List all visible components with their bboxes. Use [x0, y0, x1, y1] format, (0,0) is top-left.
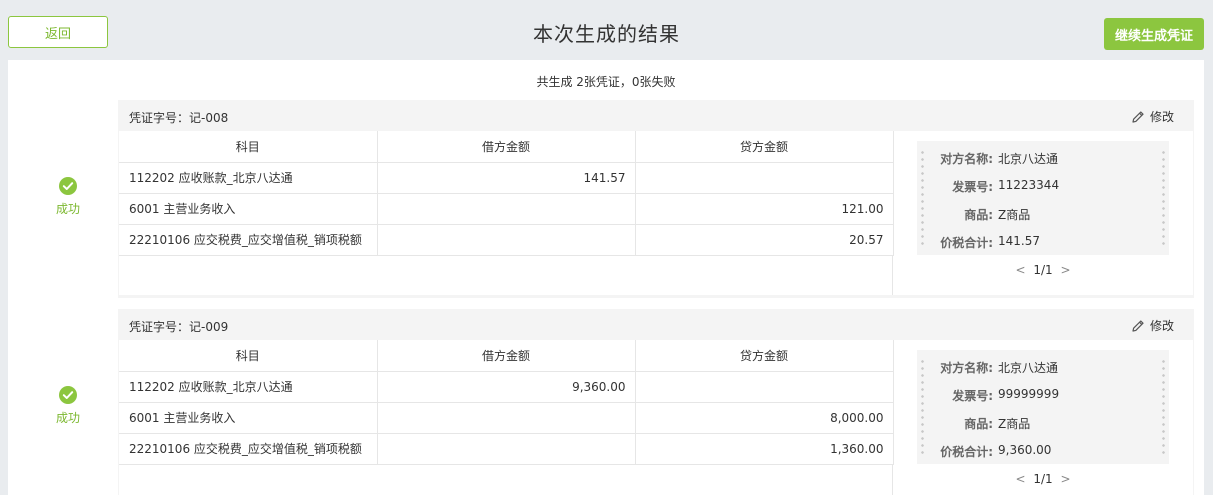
top-bar: 返回 本次生成的结果 继续生成凭证: [0, 0, 1213, 60]
page-indicator: 1/1: [1033, 263, 1053, 277]
invoice-number-row: 发票号: 99999999: [917, 387, 1169, 407]
check-circle-icon: [59, 386, 77, 404]
table-row: 6001 主营业务收入 8,000.00: [119, 402, 894, 434]
subject-cell: 6001 主营业务收入: [119, 402, 378, 434]
pencil-icon: [1132, 110, 1144, 123]
invoice-counterparty-row: 对方名称: 北京八达通: [917, 359, 1169, 379]
invoice-counterparty-row: 对方名称: 北京八达通: [917, 150, 1169, 170]
debit-cell: 9,360.00: [377, 371, 636, 403]
debit-cell: [377, 224, 636, 256]
credit-cell: [635, 371, 894, 403]
subject-cell: 6001 主营业务收入: [119, 193, 378, 225]
voucher-number: 凭证字号：记-008: [129, 111, 229, 125]
invoice-number-row: 发票号: 11223344: [917, 178, 1169, 198]
credit-cell: 121.00: [635, 193, 894, 225]
debit-cell: [377, 193, 636, 225]
invoice-info: 对方名称: 北京八达通 发票号: 99999999 商品: Z商品 价税合计: …: [917, 350, 1169, 464]
edit-button[interactable]: 修改: [1131, 317, 1174, 334]
credit-cell: 20.57: [635, 224, 894, 256]
continue-generate-button[interactable]: 继续生成凭证: [1104, 18, 1204, 50]
credit-cell: 8,000.00: [635, 402, 894, 434]
total-label: 价税合计:: [940, 236, 993, 250]
entries-table: 科目 借方金额 贷方金额 112202 应收账款_北京八达通 141.57 60…: [119, 131, 894, 256]
counterparty-label: 对方名称:: [940, 152, 993, 166]
next-page-button[interactable]: >: [1056, 263, 1074, 277]
status-success: 成功: [48, 386, 88, 426]
pencil-icon: [1132, 319, 1144, 332]
counterparty-value: 北京八达通: [998, 361, 1059, 375]
voucher-number: 凭证字号：记-009: [129, 320, 229, 334]
column-header-subject: 科目: [119, 131, 378, 163]
entries-table: 科目 借方金额 贷方金额 112202 应收账款_北京八达通 9,360.00 …: [119, 340, 894, 465]
counterparty-value: 北京八达通: [998, 152, 1059, 166]
edit-label: 修改: [1149, 110, 1174, 124]
table-empty-area: [119, 464, 893, 495]
debit-cell: [377, 402, 636, 434]
invoice-pager: < 1/1 >: [917, 263, 1169, 277]
goods-label: 商品:: [964, 417, 993, 431]
total-label: 价税合计:: [940, 445, 993, 459]
voucher-header: 凭证字号：记-008 修改: [118, 100, 1194, 131]
invoice-number-label: 发票号:: [952, 180, 993, 194]
page-indicator: 1/1: [1033, 472, 1053, 486]
voucher-body: 科目 借方金额 贷方金额 112202 应收账款_北京八达通 9,360.00 …: [119, 340, 1193, 495]
total-value: 141.57: [998, 234, 1040, 248]
invoice-total-row: 价税合计: 141.57: [917, 234, 1169, 254]
table-empty-area: [119, 255, 893, 295]
counterparty-label: 对方名称:: [940, 361, 993, 375]
page-title: 本次生成的结果: [533, 22, 680, 46]
check-circle-icon: [59, 177, 77, 195]
debit-cell: [377, 433, 636, 465]
credit-cell: 1,360.00: [635, 433, 894, 465]
column-header-credit: 贷方金额: [635, 131, 894, 163]
edit-label: 修改: [1149, 319, 1174, 333]
subject-cell: 22210106 应交税费_应交增值税_销项税额: [119, 433, 378, 465]
table-row: 6001 主营业务收入 121.00: [119, 193, 894, 225]
voucher-card: 凭证字号：记-009 修改 科目 借方金额 贷方金额 112202 应收账款_北…: [118, 309, 1194, 495]
goods-label: 商品:: [964, 208, 993, 222]
column-header-debit: 借方金额: [377, 131, 636, 163]
summary-text: 共生成 2张凭证，0张失败: [536, 75, 676, 89]
table-header-row: 科目 借方金额 贷方金额: [119, 340, 894, 372]
table-row: 112202 应收账款_北京八达通 141.57: [119, 162, 894, 194]
invoice-number-label: 发票号:: [952, 389, 993, 403]
debit-cell: 141.57: [377, 162, 636, 194]
invoice-info: 对方名称: 北京八达通 发票号: 11223344 商品: Z商品 价税合计: …: [917, 141, 1169, 255]
invoice-total-row: 价税合计: 9,360.00: [917, 443, 1169, 463]
credit-cell: [635, 162, 894, 194]
column-header-debit: 借方金额: [377, 340, 636, 372]
next-page-button[interactable]: >: [1056, 472, 1074, 486]
invoice-number-value: 99999999: [998, 387, 1060, 401]
subject-cell: 112202 应收账款_北京八达通: [119, 162, 378, 194]
invoice-number-value: 11223344: [998, 178, 1060, 192]
goods-value: Z商品: [998, 417, 1031, 431]
table-row: 112202 应收账款_北京八达通 9,360.00: [119, 371, 894, 403]
status-success: 成功: [48, 177, 88, 217]
table-header-row: 科目 借方金额 贷方金额: [119, 131, 894, 163]
voucher-header: 凭证字号：记-009 修改: [118, 309, 1194, 340]
invoice-pager: < 1/1 >: [917, 472, 1169, 486]
status-label: 成功: [55, 202, 80, 216]
table-row: 22210106 应交税费_应交增值税_销项税额 1,360.00: [119, 433, 894, 465]
prev-page-button[interactable]: <: [1011, 263, 1029, 277]
voucher-body: 科目 借方金额 贷方金额 112202 应收账款_北京八达通 141.57 60…: [119, 131, 1193, 295]
subject-cell: 112202 应收账款_北京八达通: [119, 371, 378, 403]
voucher-card: 凭证字号：记-008 修改 科目 借方金额 贷方金额 112202 应收账款_北…: [118, 100, 1194, 298]
invoice-goods-row: 商品: Z商品: [917, 415, 1169, 435]
table-row: 22210106 应交税费_应交增值税_销项税额 20.57: [119, 224, 894, 256]
results-panel: 共生成 2张凭证，0张失败 成功 凭证字号：记-008 修改 科目 借方金额 贷…: [8, 60, 1204, 495]
edit-button[interactable]: 修改: [1131, 108, 1174, 125]
subject-cell: 22210106 应交税费_应交增值税_销项税额: [119, 224, 378, 256]
prev-page-button[interactable]: <: [1011, 472, 1029, 486]
goods-value: Z商品: [998, 208, 1031, 222]
invoice-goods-row: 商品: Z商品: [917, 206, 1169, 226]
column-header-subject: 科目: [119, 340, 378, 372]
total-value: 9,360.00: [998, 443, 1052, 457]
status-label: 成功: [55, 411, 80, 425]
column-header-credit: 贷方金额: [635, 340, 894, 372]
